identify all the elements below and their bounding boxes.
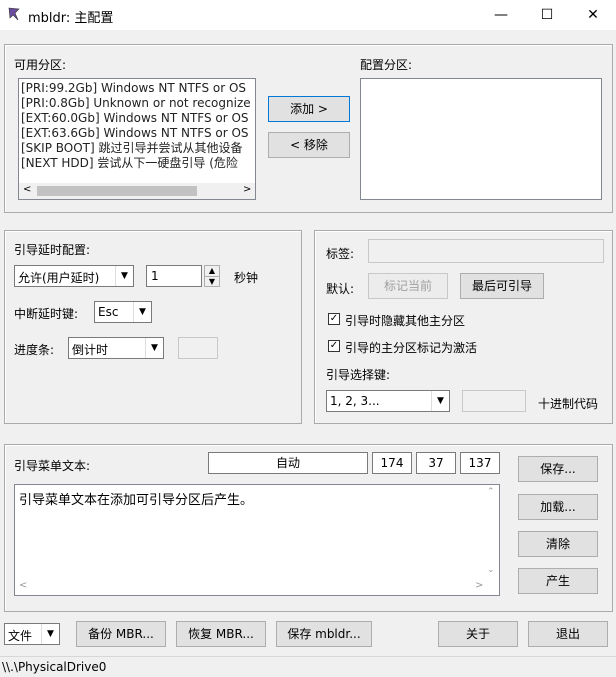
list-item[interactable]: [PRI:99.2Gb] Windows NT NTFS or OS: [19, 81, 255, 96]
horizontal-scrollbar[interactable]: < >: [19, 183, 255, 199]
tag-input[interactable]: [368, 239, 604, 263]
delay-seconds-spinner[interactable]: ▲ ▼: [204, 265, 220, 287]
menu-text-area[interactable]: 引导菜单文本在添加可引导分区后产生。 ⌃ ⌄ < >: [14, 484, 500, 596]
scroll-right-icon[interactable]: >: [475, 580, 483, 591]
mark-active-checkbox[interactable]: ✓: [328, 340, 340, 352]
scroll-down-icon[interactable]: ⌄: [487, 565, 495, 575]
list-item[interactable]: [EXT:63.6Gb] Windows NT NTFS or OS: [19, 126, 255, 141]
delay-mode-value: 允许(用户延时): [18, 271, 100, 285]
file-select[interactable]: 文件 ▼: [4, 623, 60, 645]
chevron-down-icon[interactable]: ▼: [431, 391, 449, 411]
list-item[interactable]: [EXT:60.0Gb] Windows NT NTFS or OS: [19, 111, 255, 126]
tag-label: 标签:: [326, 247, 355, 261]
maximize-button[interactable]: ☐: [524, 0, 570, 30]
load-menu-button[interactable]: 加载...: [518, 494, 598, 520]
select-key-label: 引导选择键:: [326, 368, 391, 382]
check-icon: ✓: [329, 340, 339, 351]
decimal-code-field: [462, 390, 526, 412]
scroll-left-icon[interactable]: <: [23, 184, 31, 195]
close-button[interactable]: ✕: [570, 0, 616, 30]
device-path: \\.\PhysicalDrive0: [2, 660, 107, 674]
backup-mbr-button[interactable]: 备份 MBR...: [76, 621, 166, 647]
default-label: 默认:: [326, 282, 355, 296]
add-button[interactable]: 添加 >: [268, 96, 350, 122]
chevron-down-icon[interactable]: ▼: [41, 624, 59, 644]
save-menu-button[interactable]: 保存...: [518, 456, 598, 482]
app-icon: [8, 7, 20, 21]
status-bar: \\.\PhysicalDrive0: [0, 656, 616, 677]
select-key-select[interactable]: 1, 2, 3... ▼: [326, 390, 450, 412]
restore-mbr-button[interactable]: 恢复 MBR...: [176, 621, 266, 647]
available-partitions-list[interactable]: [PRI:99.2Gb] Windows NT NTFS or OS [PRI:…: [18, 78, 256, 200]
hide-other-label: 引导时隐藏其他主分区: [345, 314, 466, 328]
scroll-right-icon[interactable]: >: [243, 184, 251, 195]
check-icon: ✓: [329, 313, 339, 324]
progress-bar-label: 进度条:: [14, 343, 55, 357]
color-red-field[interactable]: 174: [372, 452, 412, 474]
delay-seconds-input[interactable]: 1: [146, 265, 202, 287]
mark-current-button[interactable]: 标记当前: [368, 273, 448, 299]
decimal-code-label: 十进制代码: [538, 397, 599, 411]
spin-down-icon[interactable]: ▼: [205, 277, 219, 287]
interrupt-key-label: 中断延时键:: [14, 307, 79, 321]
last-bootable-button[interactable]: 最后可引导: [460, 273, 544, 299]
exit-button[interactable]: 退出: [528, 621, 608, 647]
clear-menu-button[interactable]: 清除: [518, 531, 598, 557]
select-key-value: 1, 2, 3...: [330, 394, 380, 408]
scroll-left-icon[interactable]: <: [19, 580, 27, 591]
delay-seconds-value: 1: [151, 269, 159, 283]
minimize-button[interactable]: —: [478, 0, 524, 30]
menu-text-label: 引导菜单文本:: [14, 459, 91, 473]
chevron-down-icon[interactable]: ▼: [115, 266, 133, 286]
color-auto-field[interactable]: 自动: [208, 452, 368, 474]
configured-partitions-list[interactable]: [360, 78, 602, 200]
boot-delay-panel: [4, 230, 302, 424]
progress-bar-value: 倒计时: [72, 343, 109, 357]
chevron-down-icon[interactable]: ▼: [145, 338, 163, 358]
menu-text-content: 引导菜单文本在添加可引导分区后产生。: [19, 493, 254, 508]
configured-partitions-label: 配置分区:: [360, 58, 413, 72]
mark-active-label: 引导的主分区标记为激活: [345, 341, 478, 355]
generate-menu-button[interactable]: 产生: [518, 568, 598, 594]
progress-bar-select[interactable]: 倒计时 ▼: [68, 337, 164, 359]
list-item[interactable]: [PRI:0.8Gb] Unknown or not recognize: [19, 96, 255, 111]
available-partitions-label: 可用分区:: [14, 58, 67, 72]
delay-mode-select[interactable]: 允许(用户延时) ▼: [14, 265, 134, 287]
window-title: mbldr: 主配置: [28, 11, 114, 26]
progress-extra-field: [178, 337, 218, 359]
hide-other-checkbox[interactable]: ✓: [328, 313, 340, 325]
seconds-unit-label: 秒钟: [234, 271, 259, 285]
about-button[interactable]: 关于: [438, 621, 518, 647]
color-green-field[interactable]: 37: [416, 452, 456, 474]
remove-button[interactable]: < 移除: [268, 132, 350, 158]
save-mbldr-button[interactable]: 保存 mbldr...: [276, 621, 372, 647]
boot-delay-label: 引导延时配置:: [14, 243, 91, 257]
spin-up-icon[interactable]: ▲: [205, 266, 219, 277]
interrupt-key-select[interactable]: Esc ▼: [94, 301, 152, 323]
scroll-up-icon[interactable]: ⌃: [487, 487, 495, 497]
chevron-down-icon[interactable]: ▼: [133, 302, 151, 322]
color-blue-field[interactable]: 137: [460, 452, 500, 474]
title-bar: mbldr: 主配置 — ☐ ✕: [0, 0, 616, 30]
file-select-value: 文件: [8, 629, 33, 643]
interrupt-key-value: Esc: [98, 305, 119, 319]
list-item[interactable]: [NEXT HDD] 尝试从下一硬盘引导 (危险: [19, 156, 255, 171]
list-item[interactable]: [SKIP BOOT] 跳过引导并尝试从其他设备: [19, 141, 255, 156]
scrollbar-thumb[interactable]: [37, 186, 197, 196]
